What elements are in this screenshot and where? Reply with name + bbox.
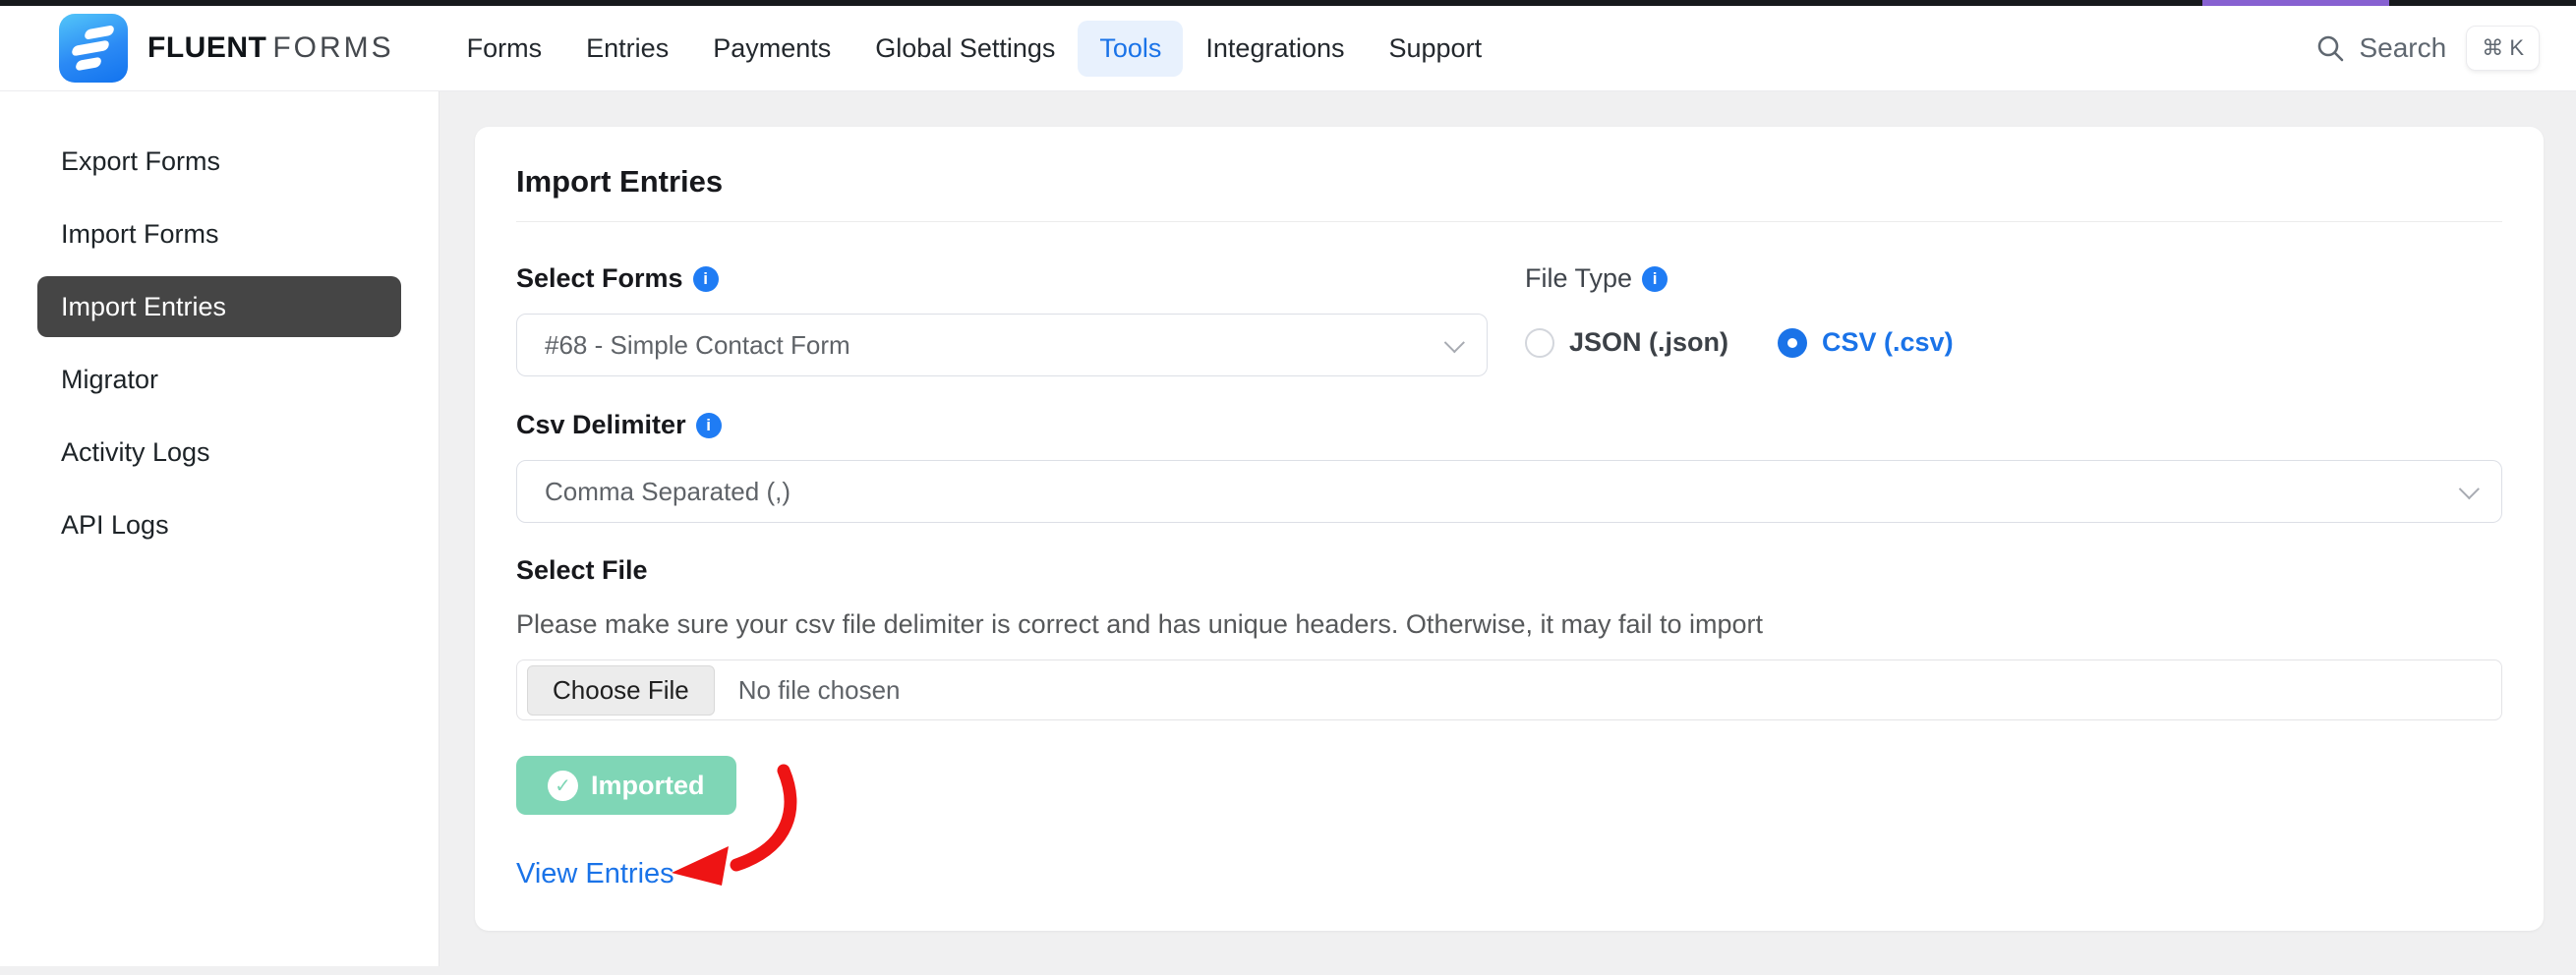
radio-json-label: JSON (.json) — [1569, 327, 1728, 358]
nav-item-forms[interactable]: Forms — [467, 21, 543, 77]
nav-item-integrations[interactable]: Integrations — [1205, 21, 1344, 77]
nav-item-support[interactable]: Support — [1389, 21, 1483, 77]
info-icon[interactable]: i — [696, 413, 722, 438]
radio-csv-label: CSV (.csv) — [1822, 327, 1954, 358]
tools-sidebar: Export Forms Import Forms Import Entries… — [0, 91, 439, 966]
info-icon[interactable]: i — [693, 266, 719, 292]
select-forms-dropdown[interactable]: #68 - Simple Contact Form — [516, 314, 1488, 376]
choose-file-button[interactable]: Choose File — [527, 665, 715, 716]
file-input[interactable]: Choose File No file chosen — [516, 660, 2502, 720]
search-label: Search — [2359, 32, 2446, 64]
keyboard-shortcut-badge: ⌘ K — [2466, 26, 2540, 71]
fluent-forms-logo[interactable]: FLUENTFORMS — [59, 14, 394, 83]
radio-circle-icon — [1778, 328, 1807, 358]
nav-item-payments[interactable]: Payments — [713, 21, 831, 77]
csv-delimiter-label: Csv Delimiter — [516, 410, 686, 440]
chevron-down-icon — [1444, 332, 1465, 353]
sidebar-item-activity-logs[interactable]: Activity Logs — [37, 422, 401, 483]
check-circle-icon: ✓ — [548, 771, 578, 801]
form-row-1: Select Forms i #68 - Simple Contact Form… — [516, 263, 2502, 376]
actions-row: ✓ Imported — [516, 720, 2502, 815]
file-type-radio-group: JSON (.json) CSV (.csv) — [1525, 327, 2502, 358]
logo-text: FLUENTFORMS — [147, 31, 394, 65]
page-body: Export Forms Import Forms Import Entries… — [0, 91, 2576, 974]
csv-delimiter-dropdown[interactable]: Comma Separated (,) — [516, 460, 2502, 523]
chevron-down-icon — [2459, 479, 2480, 499]
csv-delimiter-field: Csv Delimiter i Comma Separated (,) — [516, 410, 2502, 523]
sidebar-item-api-logs[interactable]: API Logs — [37, 494, 401, 555]
select-forms-value: #68 - Simple Contact Form — [545, 330, 1444, 361]
top-strip-accent — [2202, 0, 2389, 6]
view-entries-link[interactable]: View Entries — [516, 858, 674, 890]
nav-item-entries[interactable]: Entries — [586, 21, 669, 77]
global-search[interactable]: Search ⌘ K — [2315, 26, 2540, 71]
imported-button-label: Imported — [591, 771, 705, 801]
content-area: Import Entries Select Forms i #68 - Simp… — [439, 91, 2576, 974]
select-file-field: Select File Please make sure your csv fi… — [516, 555, 2502, 720]
imported-button[interactable]: ✓ Imported — [516, 756, 736, 815]
select-forms-field: Select Forms i #68 - Simple Contact Form — [516, 263, 1488, 376]
browser-top-strip — [0, 0, 2576, 6]
title-divider — [516, 221, 2502, 222]
file-type-field: File Type i JSON (.json) CSV (.csv) — [1525, 263, 2502, 376]
search-icon — [2315, 33, 2345, 63]
sidebar-item-export-forms[interactable]: Export Forms — [37, 131, 401, 192]
import-entries-card: Import Entries Select Forms i #68 - Simp… — [475, 127, 2544, 931]
sidebar-item-migrator[interactable]: Migrator — [37, 349, 401, 410]
file-type-label: File Type — [1525, 263, 1632, 294]
page-title: Import Entries — [516, 164, 2502, 200]
select-file-help-text: Please make sure your csv file delimiter… — [516, 609, 2502, 640]
file-chosen-status: No file chosen — [738, 675, 901, 706]
fluent-forms-logo-icon — [59, 14, 128, 83]
radio-circle-icon — [1525, 328, 1554, 358]
logo-text-light: FORMS — [272, 31, 393, 64]
logo-text-bold: FLUENT — [147, 31, 266, 64]
radio-csv[interactable]: CSV (.csv) — [1778, 327, 1954, 358]
csv-delimiter-value: Comma Separated (,) — [545, 477, 2459, 507]
sidebar-item-import-entries[interactable]: Import Entries — [37, 276, 401, 337]
radio-json[interactable]: JSON (.json) — [1525, 327, 1728, 358]
nav-item-tools[interactable]: Tools — [1078, 21, 1183, 77]
select-forms-label: Select Forms — [516, 263, 683, 294]
info-icon[interactable]: i — [1642, 266, 1668, 292]
sidebar-item-import-forms[interactable]: Import Forms — [37, 203, 401, 264]
select-file-label: Select File — [516, 555, 648, 586]
top-nav: Forms Entries Payments Global Settings T… — [467, 21, 1482, 77]
app-header: FLUENTFORMS Forms Entries Payments Globa… — [0, 6, 2576, 91]
nav-item-global-settings[interactable]: Global Settings — [875, 21, 1055, 77]
